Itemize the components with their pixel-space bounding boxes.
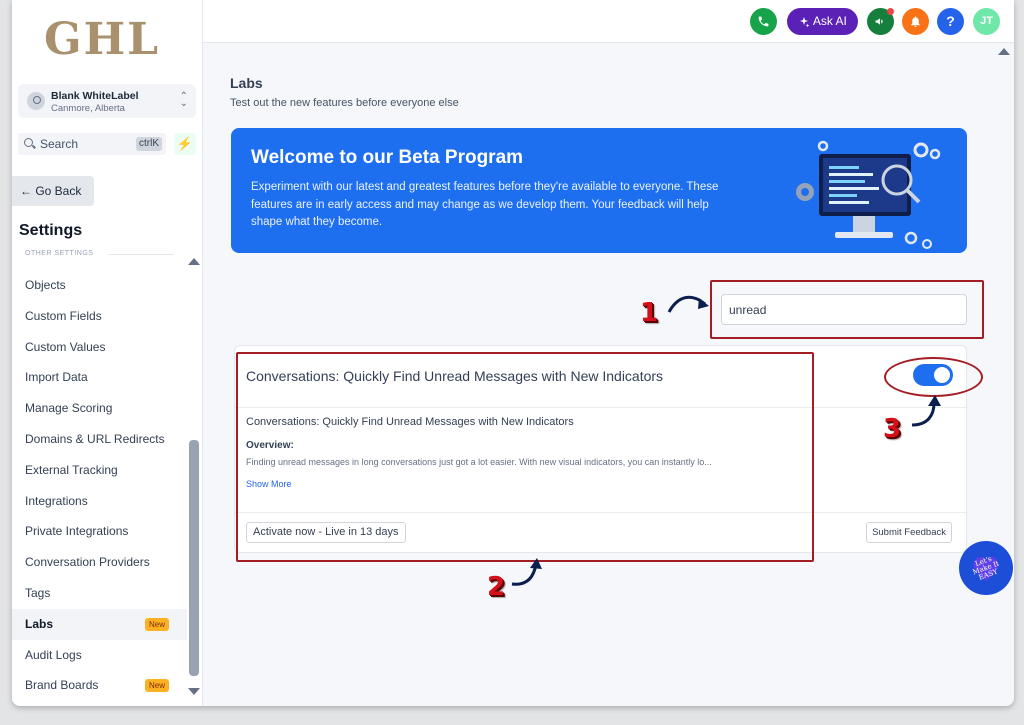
new-badge: New	[145, 617, 170, 631]
annotation-arrow-2	[511, 558, 542, 586]
phone-button[interactable]	[750, 8, 777, 35]
annotation-arrow-1	[667, 295, 709, 313]
sidebar-item-label: Private Integrations	[25, 524, 129, 539]
sidebar-item-audit-logs[interactable]: Audit Logs	[12, 640, 187, 671]
sidebar-item-brand-boards[interactable]: Brand Boards New	[12, 670, 187, 701]
search-label: Search	[40, 137, 79, 151]
beta-program-banner: Welcome to our Beta Program Experiment w…	[231, 128, 967, 253]
sidebar-item-label: Custom Values	[25, 339, 106, 354]
sidebar-item-label: Tags	[25, 585, 51, 600]
ask-ai-label: Ask AI	[812, 14, 847, 28]
settings-heading: Settings	[19, 222, 83, 239]
search-shortcut: ctrlK	[136, 137, 162, 151]
bell-icon	[911, 16, 920, 28]
announcements-button[interactable]	[867, 8, 894, 35]
sidebar-item-custom-fields[interactable]: Custom Fields	[12, 301, 187, 332]
sidebar: GHL Blank WhiteLabel Canmore, Alberta ⌃ ⌄…	[12, 0, 203, 706]
page-subtitle: Test out the new features before everyon…	[230, 97, 459, 109]
user-avatar[interactable]: JT	[973, 8, 1000, 35]
page-title: Labs	[230, 75, 263, 91]
sidebar-scrollbar-thumb[interactable]	[189, 440, 199, 676]
banner-description: Experiment with our latest and greatest …	[251, 181, 719, 228]
help-button[interactable]: ?	[937, 8, 964, 35]
sidebar-scroll-down-arrow[interactable]	[188, 688, 200, 695]
sidebar-item-custom-values[interactable]: Custom Values	[12, 332, 187, 363]
annotation-arrow-3	[911, 395, 941, 427]
sidebar-item-label: Import Data	[25, 370, 88, 385]
sidebar-item-external-tracking[interactable]: External Tracking	[12, 455, 187, 486]
new-badge: New	[145, 679, 170, 693]
lets-make-it-easy-badge: Let's Make It EASY	[959, 541, 1013, 595]
annotation-box-2	[236, 352, 814, 562]
ask-ai-button[interactable]: Ask AI	[787, 8, 858, 35]
sidebar-item-labs[interactable]: Labs New	[12, 608, 187, 640]
annotation-box-1	[710, 280, 984, 339]
account-location: Canmore, Alberta	[51, 103, 125, 114]
sidebar-scroll-up-arrow[interactable]	[188, 258, 200, 265]
sidebar-item-label: External Tracking	[25, 462, 118, 477]
settings-menu: Objects Custom Fields Custom Values Impo…	[12, 270, 187, 701]
brand-logo[interactable]: GHL	[44, 14, 160, 65]
notifications-button[interactable]	[902, 8, 929, 35]
notification-dot	[887, 8, 894, 15]
sidebar-item-label: Manage Scoring	[25, 401, 113, 416]
sidebar-item-label: Domains & URL Redirects	[25, 431, 165, 446]
sidebar-item-label: Conversation Providers	[25, 555, 150, 570]
sidebar-item-label: Brand Boards	[25, 678, 99, 693]
sidebar-item-label: Objects	[25, 278, 66, 292]
sidebar-item-integrations[interactable]: Integrations	[12, 486, 187, 517]
sidebar-item-tags[interactable]: Tags	[12, 578, 187, 609]
main-scroll-up-arrow[interactable]	[998, 48, 1010, 55]
section-divider	[108, 254, 174, 255]
search-icon	[24, 138, 33, 147]
chevron-up-down-icon: ⌃ ⌄	[179, 91, 188, 109]
sidebar-item-objects[interactable]: Objects	[12, 270, 187, 301]
quick-action-bolt-icon[interactable]: ⚡	[174, 133, 196, 155]
account-icon	[27, 92, 45, 110]
sidebar-item-domains[interactable]: Domains & URL Redirects	[12, 424, 187, 455]
app-window: GHL Blank WhiteLabel Canmore, Alberta ⌃ ⌄…	[12, 0, 1014, 706]
account-name: Blank WhiteLabel	[51, 90, 139, 102]
annotation-number-2: 2	[487, 572, 506, 602]
annotation-number-3: 3	[883, 414, 902, 444]
megaphone-icon	[875, 18, 883, 26]
computer-illustration-icon	[796, 140, 941, 249]
top-header: Ask AI ? JT	[203, 0, 1014, 43]
account-switcher[interactable]: Blank WhiteLabel Canmore, Alberta ⌃ ⌄	[18, 84, 196, 118]
sidebar-item-manage-scoring[interactable]: Manage Scoring	[12, 393, 187, 424]
annotation-number-1: 1	[640, 298, 659, 328]
go-back-button[interactable]: ← Go Back	[12, 176, 94, 206]
sidebar-item-label: Labs	[25, 616, 54, 631]
phone-icon	[758, 16, 769, 27]
sidebar-item-import-data[interactable]: Import Data	[12, 362, 187, 393]
section-label: OTHER SETTINGS	[25, 250, 94, 257]
sparkle-icon	[800, 16, 810, 28]
sidebar-item-label: Custom Fields	[25, 308, 102, 323]
sidebar-item-label: Audit Logs	[25, 647, 82, 662]
search-input[interactable]: Search ctrlK	[18, 133, 166, 155]
sidebar-item-private-integrations[interactable]: Private Integrations	[12, 516, 187, 547]
sidebar-item-conversation-providers[interactable]: Conversation Providers	[12, 547, 187, 578]
submit-feedback-button[interactable]: Submit Feedback	[866, 522, 952, 543]
annotation-ellipse-3	[884, 357, 983, 397]
banner-title: Welcome to our Beta Program	[251, 147, 524, 168]
sidebar-item-label: Integrations	[25, 493, 88, 508]
